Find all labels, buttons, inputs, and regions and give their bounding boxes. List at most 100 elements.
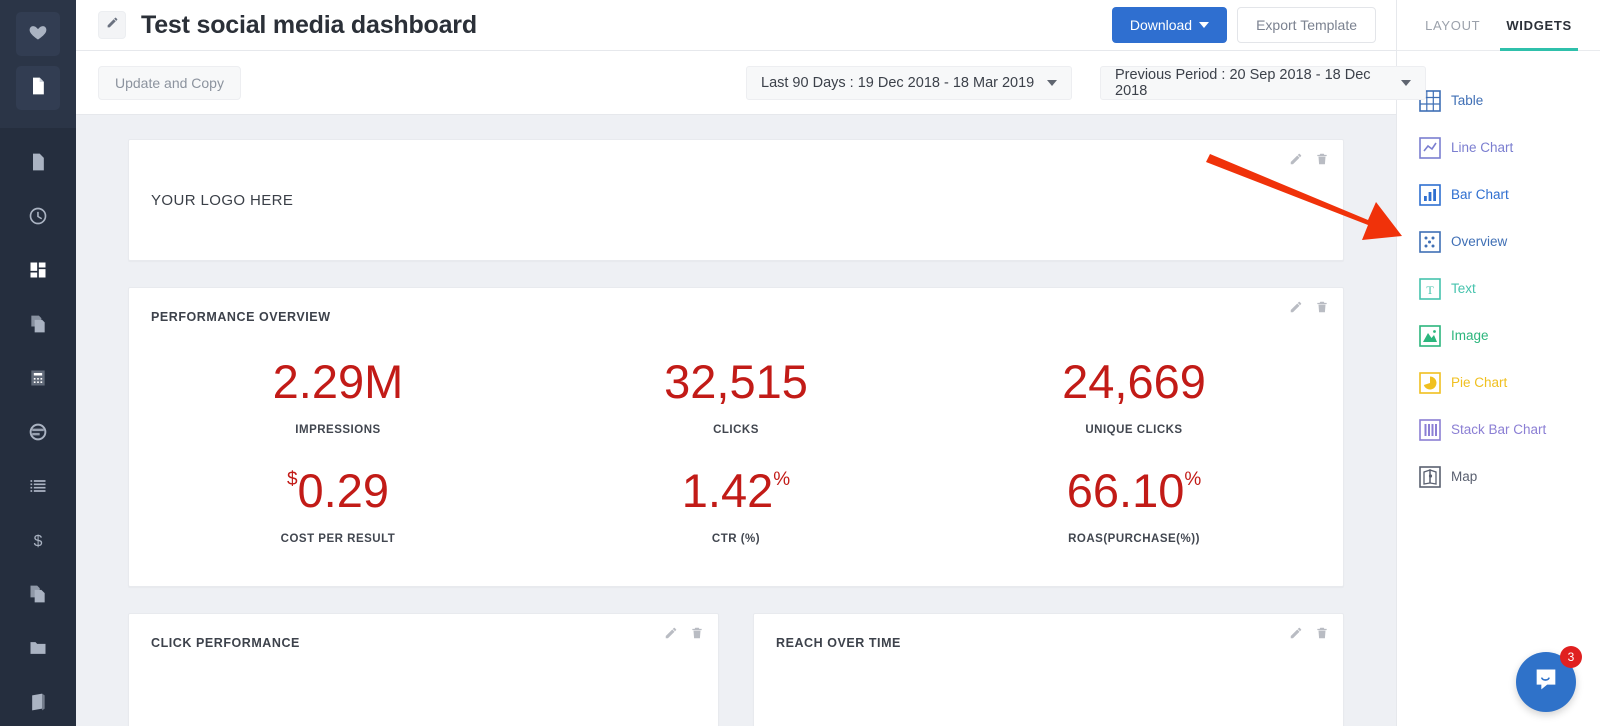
rail-item-billing[interactable]: $	[16, 520, 60, 564]
date-range-primary-select[interactable]: Last 90 Days : 19 Dec 2018 - 18 Mar 2019	[746, 65, 1072, 100]
kpi-label: IMPRESSIONS	[295, 423, 381, 436]
widget-type-pie-chart[interactable]: Pie Chart	[1419, 359, 1600, 406]
date-range-controls: Last 90 Days : 19 Dec 2018 - 18 Mar 2019…	[746, 65, 1426, 100]
page-title: Test social media dashboard	[141, 10, 477, 39]
widget-type-bar-chart[interactable]: Bar Chart	[1419, 171, 1600, 218]
edit-icon[interactable]	[664, 626, 678, 645]
edit-icon[interactable]	[1289, 152, 1303, 171]
widget-toolbar	[664, 626, 704, 645]
heart-icon	[28, 22, 48, 47]
top-toolbar: Test social media dashboard Download Exp…	[76, 0, 1396, 51]
rail-item-dashboards[interactable]	[16, 250, 60, 294]
tab-widgets[interactable]: WIDGETS	[1500, 0, 1578, 51]
chat-icon	[1532, 666, 1560, 699]
widget-type-label: Table	[1451, 93, 1484, 108]
widget-type-overview[interactable]: Overview	[1419, 218, 1600, 265]
widgets-sidebar-tabs: LAYOUT WIDGETS	[1397, 0, 1600, 51]
book-icon	[28, 692, 48, 717]
kpi-value: 32,515	[664, 358, 808, 405]
globe-icon	[28, 422, 48, 447]
document-icon	[28, 76, 48, 101]
dashboard-canvas: YOUR LOGO HERE PERFORMANCE OVERVIEW 2.29…	[76, 115, 1396, 726]
widget-type-map[interactable]: Map	[1419, 453, 1600, 500]
widget-logo[interactable]: YOUR LOGO HERE	[128, 139, 1344, 261]
delete-icon[interactable]	[690, 626, 704, 645]
kpi-value: 66.10%	[1067, 467, 1202, 514]
edit-icon[interactable]	[1289, 300, 1303, 319]
widget-type-label: Text	[1451, 281, 1476, 296]
pencil-icon	[106, 16, 119, 34]
tab-layout[interactable]: LAYOUT	[1425, 0, 1480, 51]
rail-item-calculations[interactable]	[16, 358, 60, 402]
widget-reach-over-time[interactable]: REACH OVER TIME	[753, 613, 1344, 726]
delete-icon[interactable]	[1315, 626, 1329, 645]
app-root: $ Test social media dashboard Download E…	[0, 0, 1600, 726]
kpi-label: COST PER RESULT	[280, 532, 396, 545]
rail-item-reports[interactable]	[16, 66, 60, 110]
clock-icon	[28, 206, 48, 231]
delete-icon[interactable]	[1315, 300, 1329, 319]
kpi-cell: 66.10% ROAS(PURCHASE(%))	[935, 451, 1333, 560]
widget-type-stack-bar-chart[interactable]: Stack Bar Chart	[1419, 406, 1600, 453]
kpi-number: 24,669	[1062, 354, 1206, 408]
widget-type-label: Stack Bar Chart	[1451, 422, 1547, 437]
chevron-down-icon	[1401, 79, 1411, 86]
layout-icon	[28, 260, 48, 285]
pie-chart-icon	[1419, 371, 1441, 394]
widget-performance-overview[interactable]: PERFORMANCE OVERVIEW 2.29M IMPRESSIONS 32,…	[128, 287, 1344, 587]
rail-item-favorites[interactable]	[16, 12, 60, 56]
page-icon	[28, 152, 48, 177]
widget-type-line-chart[interactable]: Line Chart	[1419, 124, 1600, 171]
image-icon	[1419, 324, 1441, 347]
rail-item-lists[interactable]	[16, 466, 60, 510]
widget-toolbar	[1289, 626, 1329, 645]
delete-icon[interactable]	[1315, 152, 1329, 171]
widget-toolbar	[1289, 300, 1329, 319]
chevron-down-icon	[1199, 22, 1210, 28]
kpi-value: 1.42%	[682, 467, 790, 514]
line-chart-icon	[1419, 136, 1441, 159]
kpi-cell: 2.29M IMPRESSIONS	[139, 342, 537, 451]
rail-item-schedule[interactable]	[16, 196, 60, 240]
kpi-value: 24,669	[1062, 358, 1206, 405]
left-nav-rail: $	[0, 0, 76, 726]
widget-title: PERFORMANCE OVERVIEW	[151, 310, 331, 324]
download-button[interactable]: Download	[1111, 7, 1228, 43]
kpi-value: 2.29M	[273, 358, 404, 405]
rail-item-files[interactable]	[16, 574, 60, 618]
kpi-grid: 2.29M IMPRESSIONS 32,515 CLICKS 24,669 UNIQUE…	[129, 324, 1343, 560]
dollar-icon: $	[28, 530, 48, 555]
kpi-suffix: %	[1184, 468, 1202, 490]
toolbar-actions: Download Export Template	[1111, 7, 1376, 43]
widget-type-image[interactable]: Image	[1419, 312, 1600, 359]
widget-type-text[interactable]: T Text	[1419, 265, 1600, 312]
calculator-icon	[28, 368, 48, 393]
export-template-button[interactable]: Export Template	[1237, 7, 1376, 43]
map-icon	[1419, 465, 1441, 488]
edit-icon[interactable]	[1289, 626, 1303, 645]
rail-item-global[interactable]	[16, 412, 60, 456]
copy-icon	[28, 314, 48, 339]
date-range-compare-select[interactable]: Previous Period : 20 Sep 2018 - 18 Dec 2…	[1100, 65, 1426, 100]
widget-type-table[interactable]: Table	[1419, 77, 1600, 124]
kpi-number: 2.29M	[272, 354, 404, 408]
kpi-cell: $0.29 COST PER RESULT	[139, 451, 537, 560]
edit-title-button[interactable]	[98, 11, 126, 39]
rail-item-pages[interactable]	[16, 142, 60, 186]
rail-item-library[interactable]	[16, 682, 60, 726]
widget-type-label: Overview	[1451, 234, 1508, 249]
widget-type-label: Image	[1451, 328, 1489, 343]
folder-icon	[28, 638, 48, 663]
widget-type-label: Line Chart	[1451, 140, 1514, 155]
kpi-number: 0.29	[297, 463, 390, 517]
kpi-cell: 24,669 UNIQUE CLICKS	[935, 342, 1333, 451]
date-range-primary-value: Last 90 Days : 19 Dec 2018 - 18 Mar 2019	[761, 74, 1035, 91]
rail-item-folders[interactable]	[16, 628, 60, 672]
update-and-copy-button[interactable]: Update and Copy	[98, 65, 241, 100]
kpi-label: CLICKS	[713, 423, 759, 436]
widget-click-performance[interactable]: CLICK PERFORMANCE	[128, 613, 719, 726]
rail-item-templates[interactable]	[16, 304, 60, 348]
kpi-cell: 1.42% CTR (%)	[537, 451, 935, 560]
kpi-label: CTR (%)	[711, 532, 761, 545]
chevron-down-icon	[1047, 79, 1057, 86]
